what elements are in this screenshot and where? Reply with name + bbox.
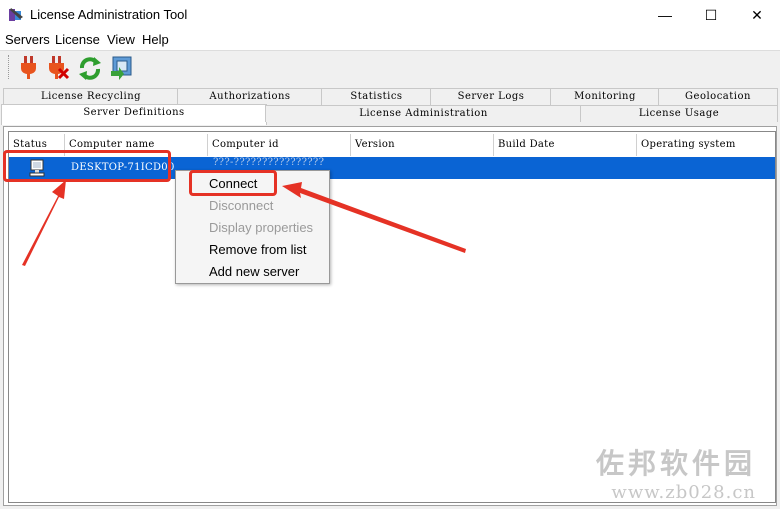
menu-item-disconnect[interactable]: Disconnect [209,198,273,213]
close-button[interactable]: ✕ [734,0,780,30]
refresh-icon[interactable] [78,55,102,81]
tab-license-usage[interactable]: License Usage [580,105,778,122]
menu-license[interactable]: License [55,32,100,47]
title-bar: License Administration Tool — ☐ ✕ [0,0,780,30]
tab-license-recycling[interactable]: License Recycling [3,88,179,105]
window-title: License Administration Tool [30,7,188,22]
tab-geolocation[interactable]: Geolocation [658,88,778,105]
menu-view[interactable]: View [107,32,135,47]
server-properties-icon[interactable] [110,55,134,81]
column-operating-system[interactable]: Operating system [637,134,775,156]
tab-server-logs[interactable]: Server Logs [430,88,552,105]
column-build-date[interactable]: Build Date [494,134,637,156]
highlight-connect [189,170,277,196]
watermark-text: 佐邦软件园 [595,447,756,480]
menu-item-add-new-server[interactable]: Add new server [209,264,299,279]
tab-monitoring[interactable]: Monitoring [550,88,660,105]
menu-help[interactable]: Help [142,32,169,47]
tab-statistics[interactable]: Statistics [321,88,432,105]
minimize-button[interactable]: — [642,0,688,30]
connect-icon[interactable] [16,55,40,81]
menu-bar: Servers License View Help [0,30,780,50]
app-icon [8,7,24,23]
disconnect-icon[interactable] [46,55,70,81]
tab-server-definitions[interactable]: Server Definitions [1,104,267,125]
tab-authorizations[interactable]: Authorizations [177,88,323,105]
highlight-server-row [3,150,171,182]
tab-strip: License Recycling Authorizations Statist… [0,86,780,126]
menu-item-remove-from-list[interactable]: Remove from list [209,242,307,257]
menu-item-display-properties[interactable]: Display properties [209,220,313,235]
toolbar [0,50,780,85]
watermark: 佐邦软件园 www.zb028.cn [596,442,756,503]
tab-license-administration[interactable]: License Administration [265,105,582,122]
watermark-url: www.zb028.cn [611,482,756,503]
maximize-button[interactable]: ☐ [688,0,734,30]
menu-servers[interactable]: Servers [5,32,50,47]
column-version[interactable]: Version [351,134,494,156]
